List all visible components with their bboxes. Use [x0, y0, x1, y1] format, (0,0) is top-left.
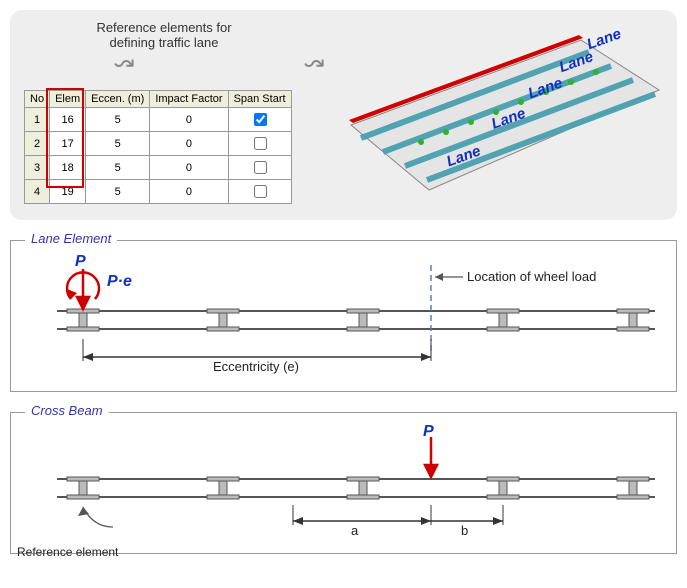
cell: 1 — [25, 108, 50, 132]
table-wrap: No Elem Eccen. (m) Impact Factor Span St… — [24, 90, 292, 204]
lane-element-section: Lane Element — [10, 240, 677, 392]
section-title: Cross Beam — [25, 403, 109, 418]
top-grey-panel: Reference elements for defining traffic … — [10, 10, 677, 220]
caption: Reference elements for defining traffic … — [64, 20, 264, 50]
cross-beam-diagram — [23, 431, 663, 541]
cell: 16 — [50, 108, 86, 132]
col-no: No — [25, 91, 50, 108]
wheel-load-label: Location of wheel load — [467, 269, 596, 284]
dim-b-label: b — [461, 523, 468, 538]
cross-beam-section: Cross Beam — [10, 412, 677, 554]
cell[interactable] — [228, 180, 291, 204]
col-impact: Impact Factor — [150, 91, 228, 108]
cell: 17 — [50, 132, 86, 156]
curly-arrow-icon: ↝ — [114, 50, 134, 79]
lane-label: Lane — [585, 30, 624, 53]
table-row: 2 17 5 0 — [25, 132, 292, 156]
table-row: 1 16 5 0 — [25, 108, 292, 132]
cell: 0 — [150, 108, 228, 132]
cell: 19 — [50, 180, 86, 204]
table-row: 3 18 5 0 — [25, 156, 292, 180]
cell: 0 — [150, 156, 228, 180]
cell: 4 — [25, 180, 50, 204]
section-title: Lane Element — [25, 231, 117, 246]
caption-line2: defining traffic lane — [110, 35, 219, 50]
reference-element-label: Reference element — [17, 545, 118, 559]
reference-elements-table: No Elem Eccen. (m) Impact Factor Span St… — [24, 90, 292, 204]
cell: 5 — [86, 180, 150, 204]
col-span: Span Start — [228, 91, 291, 108]
span-start-checkbox[interactable] — [254, 137, 267, 150]
cell: 2 — [25, 132, 50, 156]
cell[interactable] — [228, 132, 291, 156]
eccentricity-label: Eccentricity (e) — [213, 359, 299, 374]
cell: 5 — [86, 132, 150, 156]
cell: 0 — [150, 180, 228, 204]
p-label: P — [75, 253, 86, 271]
caption-line1: Reference elements for — [96, 20, 231, 35]
p-label: P — [423, 423, 434, 441]
cell[interactable] — [228, 108, 291, 132]
dim-a-label: a — [351, 523, 358, 538]
isometric-bridge-view: Lane Lane Lane Lane Lane — [321, 30, 661, 200]
cell: 18 — [50, 156, 86, 180]
pe-label: P·e — [107, 273, 132, 291]
cell[interactable] — [228, 156, 291, 180]
col-elem: Elem — [50, 91, 86, 108]
span-start-checkbox[interactable] — [254, 185, 267, 198]
table-row: 4 19 5 0 — [25, 180, 292, 204]
span-start-checkbox[interactable] — [254, 161, 267, 174]
cell: 5 — [86, 156, 150, 180]
cell: 5 — [86, 108, 150, 132]
span-start-checkbox[interactable] — [254, 113, 267, 126]
cell: 3 — [25, 156, 50, 180]
col-eccen: Eccen. (m) — [86, 91, 150, 108]
cell: 0 — [150, 132, 228, 156]
